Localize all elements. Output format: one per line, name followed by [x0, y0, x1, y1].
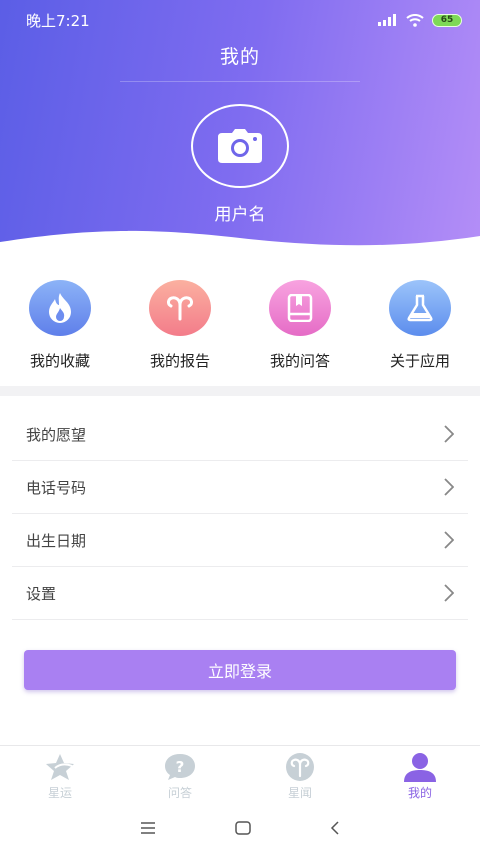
status-bar: 晚上7:21 65: [0, 0, 480, 40]
tab-label: 我的: [407, 786, 432, 800]
chevron-right-icon: [444, 584, 454, 602]
menu-item-phone[interactable]: 电话号码: [12, 461, 468, 514]
feature-label: 关于应用: [389, 352, 450, 370]
menu-item-label: 我的愿望: [26, 425, 87, 444]
title-divider: [120, 81, 360, 82]
feature-reports[interactable]: 我的报告: [120, 270, 240, 380]
tab-news[interactable]: 星闻: [240, 746, 360, 803]
tab-label: 星闻: [287, 786, 312, 800]
aries-icon: [286, 753, 314, 781]
feature-label: 我的收藏: [29, 352, 90, 370]
flame-icon: [29, 280, 91, 336]
header-wave: [0, 230, 480, 262]
settings-menu: 我的愿望 电话号码 出生日期 设置: [12, 408, 468, 620]
page-title: 我的: [219, 46, 260, 68]
svg-text:?: ?: [176, 758, 185, 776]
chevron-right-icon: [444, 425, 454, 443]
aries-icon: [149, 280, 211, 336]
wifi-icon: [406, 13, 424, 27]
section-divider: [0, 386, 480, 396]
status-icons: 65: [378, 13, 462, 27]
status-time: 晚上7:21: [26, 11, 90, 30]
book-icon: [269, 280, 331, 336]
star-icon: [46, 754, 74, 780]
avatar-upload-button[interactable]: [191, 104, 289, 188]
camera-icon: [218, 129, 262, 163]
username: 用户名: [214, 205, 266, 225]
tab-label: 星运: [47, 786, 72, 800]
question-icon: ?: [165, 754, 195, 780]
feature-about[interactable]: 关于应用: [360, 270, 480, 380]
menu-item-label: 设置: [26, 584, 57, 603]
menu-icon[interactable]: [140, 822, 156, 834]
battery-icon: 65: [432, 13, 462, 27]
menu-item-settings[interactable]: 设置: [12, 567, 468, 620]
feature-questions[interactable]: 我的问答: [240, 270, 360, 380]
battery-level: 65: [440, 15, 454, 25]
login-button[interactable]: 立即登录: [24, 650, 456, 690]
menu-item-birthdate[interactable]: 出生日期: [12, 514, 468, 567]
tab-label: 问答: [167, 786, 192, 800]
chevron-right-icon: [444, 478, 454, 496]
user-icon: [404, 753, 436, 782]
feature-grid: 我的收藏 我的报告 我的问答 关于应用: [0, 270, 480, 380]
home-icon[interactable]: [235, 821, 251, 835]
tab-mine[interactable]: 我的: [360, 746, 480, 803]
bottom-tab-bar: 星运 ? 问答 星闻 我的: [0, 745, 480, 803]
menu-item-label: 电话号码: [26, 478, 87, 497]
system-nav-bar: [0, 803, 480, 853]
signal-icon: [378, 14, 396, 26]
flask-icon: [389, 280, 451, 336]
back-icon[interactable]: [330, 821, 340, 835]
feature-label: 我的报告: [149, 352, 210, 370]
tab-qa[interactable]: ? 问答: [120, 746, 240, 803]
feature-label: 我的问答: [269, 352, 330, 370]
chevron-right-icon: [444, 531, 454, 549]
feature-favorites[interactable]: 我的收藏: [0, 270, 120, 380]
menu-item-label: 出生日期: [26, 531, 87, 550]
tab-horoscope[interactable]: 星运: [0, 746, 120, 803]
menu-item-wishes[interactable]: 我的愿望: [12, 408, 468, 461]
